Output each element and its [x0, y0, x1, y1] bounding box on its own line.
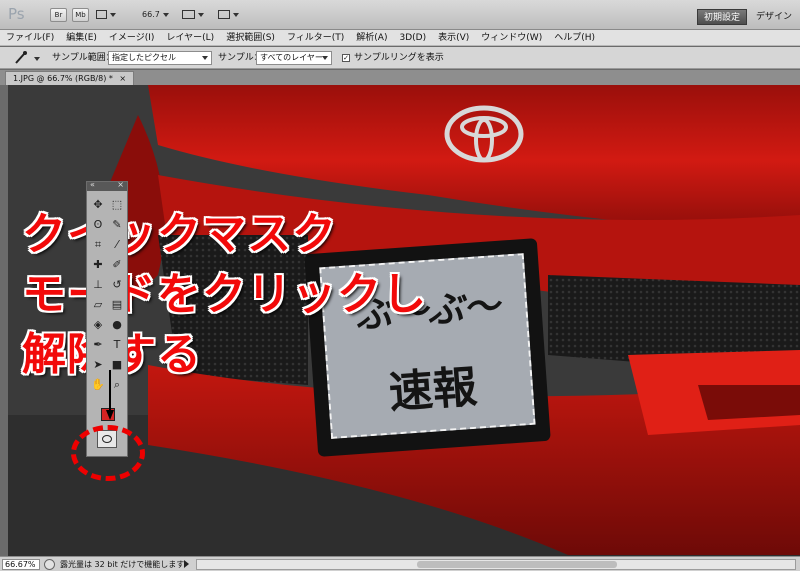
chevron-down-icon	[110, 12, 116, 17]
menu-view[interactable]: 表示(V)	[432, 30, 475, 45]
sample-size-select[interactable]: 指定したピクセル	[108, 51, 212, 65]
chevron-down-icon	[322, 56, 328, 60]
grid-icon	[96, 10, 107, 19]
dodge-tool-icon[interactable]: ●	[108, 316, 126, 334]
menu-image[interactable]: イメージ(I)	[103, 30, 161, 45]
instruction-line-1: クイックマスク	[22, 209, 337, 260]
photoshop-logo: Ps	[8, 5, 25, 23]
menu-layer[interactable]: レイヤー(L)	[160, 30, 220, 45]
workspace-design-button[interactable]: デザイン	[750, 9, 798, 25]
eyedropper-preset-picker[interactable]	[10, 50, 42, 66]
eyedropper-icon	[15, 51, 40, 64]
arrange-icon	[182, 10, 195, 19]
menu-bar: ファイル(F) 編集(E) イメージ(I) レイヤー(L) 選択範囲(S) フィ…	[0, 30, 800, 46]
sample-size-value: 指定したピクセル	[112, 53, 176, 62]
sample-layers-value: すべてのレイヤー	[260, 53, 323, 62]
status-menu-arrow-icon[interactable]	[184, 560, 189, 568]
crop-tool-icon[interactable]: ⌗	[89, 236, 107, 254]
document-tab-title: 1.JPG @ 66.7% (RGB/8) *	[13, 74, 113, 83]
eraser-tool-icon[interactable]: ▱	[89, 296, 107, 314]
menu-help[interactable]: ヘルプ(H)	[548, 30, 601, 45]
menu-select[interactable]: 選択範囲(S)	[220, 30, 281, 45]
zoom-dropdown[interactable]: 66.7	[142, 8, 169, 22]
collapse-icon[interactable]: «	[90, 180, 95, 189]
instruction-line-2: モードをクリックし	[22, 269, 427, 320]
highlight-circle	[71, 425, 145, 481]
clone-stamp-tool-icon[interactable]: ⊥	[89, 276, 107, 294]
mini-bridge-button[interactable]: Mb	[72, 8, 89, 22]
chevron-down-icon	[233, 12, 239, 17]
status-info-icon[interactable]	[44, 559, 55, 570]
status-bar: 66.67% 露光量は 32 bit だけで機能します	[0, 556, 800, 571]
document-tab-row: 1.JPG @ 66.7% (RGB/8) * ×	[0, 70, 800, 85]
workspace-essentials-button[interactable]: 初期設定	[697, 9, 748, 25]
path-select-tool-icon[interactable]: ➤	[89, 356, 107, 374]
quick-select-tool-icon[interactable]: ✎	[108, 216, 126, 234]
zoom-field[interactable]: 66.67%	[2, 559, 40, 570]
menu-filter[interactable]: フィルター(T)	[281, 30, 350, 45]
blur-tool-icon[interactable]: ◈	[89, 316, 107, 334]
show-sampling-ring-label: サンプルリングを表示	[354, 53, 444, 63]
close-icon[interactable]: ×	[119, 74, 126, 83]
bridge-button[interactable]: Br	[50, 8, 67, 22]
marquee-tool-icon[interactable]: ⬚	[108, 196, 126, 214]
sample-layers-select[interactable]: すべてのレイヤー	[256, 51, 332, 65]
menu-3d[interactable]: 3D(D)	[393, 30, 432, 45]
eyedropper-tool-icon[interactable]: ⁄	[108, 236, 126, 254]
healing-brush-tool-icon[interactable]: ✚	[89, 256, 107, 274]
zoom-value: 66.7	[142, 10, 160, 19]
menu-analysis[interactable]: 解析(A)	[350, 30, 393, 45]
screen-mode-icon	[218, 10, 230, 19]
extras-dropdown[interactable]	[96, 8, 116, 22]
scrollbar-thumb[interactable]	[417, 561, 617, 568]
chevron-down-icon	[198, 12, 204, 17]
document-tab[interactable]: 1.JPG @ 66.7% (RGB/8) * ×	[5, 71, 135, 85]
menu-window[interactable]: ウィンドウ(W)	[475, 30, 548, 45]
gradient-tool-icon[interactable]: ▤	[108, 296, 126, 314]
type-tool-icon[interactable]: T	[108, 336, 126, 354]
arrange-documents-dropdown[interactable]	[182, 8, 204, 22]
application-bar: Ps Br Mb 66.7 初期設定 デザイン	[0, 0, 800, 30]
chevron-down-icon	[202, 56, 208, 60]
history-brush-tool-icon[interactable]: ↺	[108, 276, 126, 294]
menu-file[interactable]: ファイル(F)	[0, 30, 60, 45]
chevron-down-icon	[162, 12, 169, 17]
pen-tool-icon[interactable]: ✒	[89, 336, 107, 354]
close-icon[interactable]: ×	[117, 180, 124, 189]
hand-tool-icon[interactable]: ✋	[89, 376, 107, 394]
arrow-down-icon	[106, 370, 114, 420]
move-tool-icon[interactable]: ✥	[89, 196, 107, 214]
tools-panel-header[interactable]: « ×	[87, 180, 127, 191]
show-sampling-ring-checkbox[interactable]: ✓	[342, 54, 350, 62]
status-message: 露光量は 32 bit だけで機能します	[60, 560, 185, 569]
sample-size-label: サンプル範囲：	[52, 53, 115, 63]
horizontal-scrollbar[interactable]	[196, 559, 796, 570]
options-bar: サンプル範囲： 指定したピクセル サンプル： すべてのレイヤー ✓ サンプルリン…	[0, 47, 800, 69]
brush-tool-icon[interactable]: ✐	[108, 256, 126, 274]
plate-text-bottom: 速報	[387, 361, 479, 419]
screen-mode-dropdown[interactable]	[218, 8, 239, 22]
menu-edit[interactable]: 編集(E)	[60, 30, 103, 45]
lasso-tool-icon[interactable]: ʘ	[89, 216, 107, 234]
